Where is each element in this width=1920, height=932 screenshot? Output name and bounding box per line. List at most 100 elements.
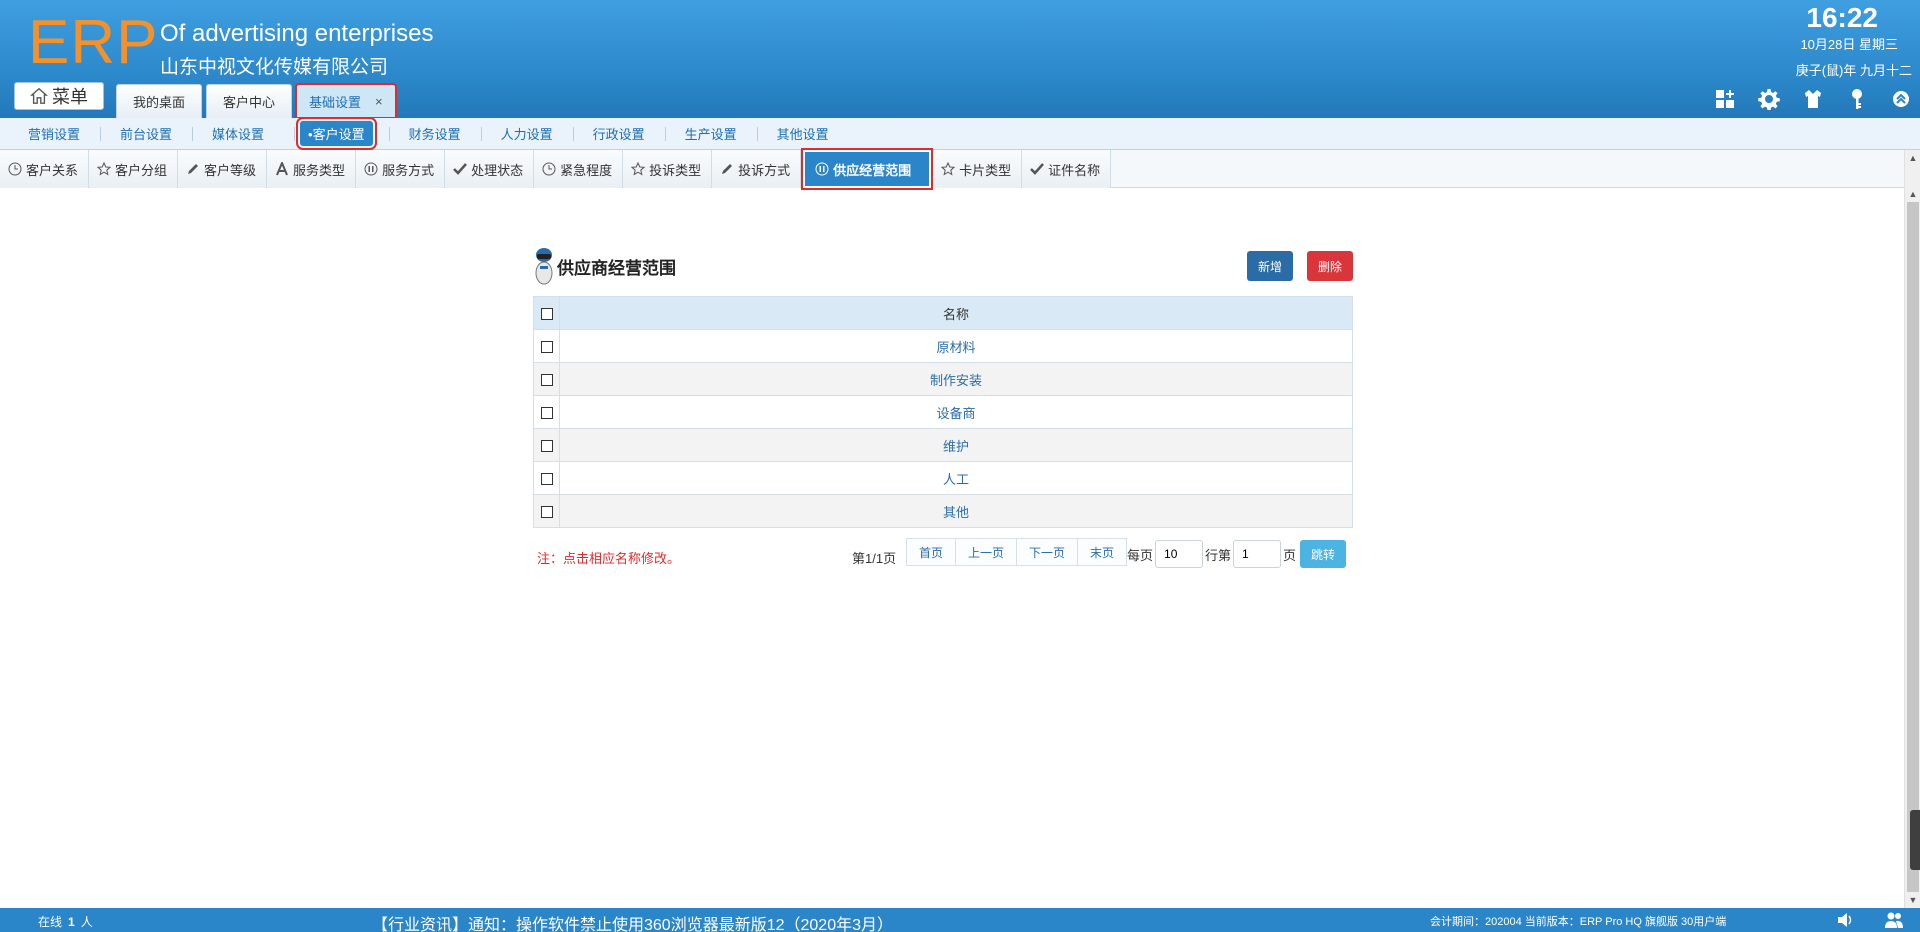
row-checkbox[interactable] bbox=[540, 440, 553, 453]
table-footer: 注：点击相应名称修改。 第1/1页 首页 上一页 下一页 末页 每页 行第 页 … bbox=[533, 534, 1353, 574]
collapse-up-icon[interactable] bbox=[1888, 86, 1914, 112]
nav-label: •客户设置 bbox=[296, 117, 377, 150]
subnav-label: 客户分组 bbox=[115, 162, 168, 178]
row-name-link[interactable]: 人工 bbox=[559, 461, 1353, 495]
subnav-id-type[interactable]: 证件名称 bbox=[1022, 150, 1112, 188]
per-page-label: 每页 bbox=[1127, 547, 1154, 563]
panel-title: 供应商经营范围 bbox=[557, 259, 676, 278]
star-icon bbox=[631, 162, 646, 176]
table-row: 其他 bbox=[533, 494, 1353, 528]
side-panel-grip[interactable] bbox=[1910, 810, 1920, 870]
add-button[interactable]: 新增 bbox=[1247, 251, 1293, 281]
subnav-label: 客户关系 bbox=[26, 162, 79, 178]
users-icon[interactable] bbox=[1884, 910, 1904, 930]
nav-label: 财务设置 bbox=[408, 127, 461, 142]
row-page-label: 行第 bbox=[1205, 547, 1232, 563]
mascot-icon bbox=[535, 248, 553, 285]
tab-label: 客户中心 bbox=[223, 95, 276, 110]
page-number-input[interactable] bbox=[1233, 540, 1282, 568]
table-header-row: 名称 bbox=[533, 296, 1353, 330]
subnav-service-method[interactable]: 服务方式 bbox=[356, 150, 446, 188]
gear-icon[interactable] bbox=[1756, 86, 1782, 112]
prev-page-button[interactable]: 上一页 bbox=[956, 539, 1018, 565]
scroll-up-arrow-icon[interactable]: ▲ bbox=[1905, 186, 1920, 202]
nav-hr-settings[interactable]: 人力设置 bbox=[480, 118, 573, 150]
select-all-checkbox[interactable] bbox=[540, 308, 553, 321]
tab-basic-settings[interactable]: 基础设置 × bbox=[295, 83, 397, 119]
tab-my-desktop[interactable]: 我的桌面 bbox=[116, 84, 203, 118]
row-checkbox[interactable] bbox=[540, 407, 553, 420]
subnav-card-type[interactable]: 卡片类型 bbox=[933, 150, 1023, 188]
subnav-customer-level[interactable]: 客户等级 bbox=[178, 150, 268, 188]
row-check-cell bbox=[533, 395, 560, 429]
subnav-label: 服务类型 bbox=[293, 162, 346, 178]
row-name-link[interactable]: 制作安装 bbox=[559, 362, 1353, 396]
subnav-customer-relation[interactable]: 客户关系 bbox=[0, 150, 90, 188]
main-menu-button[interactable]: 菜单 bbox=[14, 82, 104, 110]
row-checkbox[interactable] bbox=[540, 473, 553, 486]
news-ticker[interactable]: 【行业资讯】通知：操作软件禁止使用360浏览器最新版12（2020年3月） bbox=[372, 911, 893, 932]
nav-admin-settings[interactable]: 行政设置 bbox=[572, 118, 665, 150]
star-icon bbox=[97, 162, 112, 176]
scope-table: 名称 原材料 制作安装 设备商 维护 人工 其他 bbox=[533, 296, 1353, 528]
last-page-button[interactable]: 末页 bbox=[1078, 539, 1127, 565]
main-menu-label: 菜单 bbox=[52, 87, 88, 107]
row-check-cell bbox=[533, 329, 560, 363]
nav-media-settings[interactable]: 媒体设置 bbox=[192, 118, 284, 150]
home-icon bbox=[30, 87, 48, 104]
key-icon[interactable] bbox=[1844, 86, 1870, 112]
nav-label: 媒体设置 bbox=[212, 127, 265, 142]
row-name-link[interactable]: 维护 bbox=[559, 428, 1353, 462]
first-page-button[interactable]: 首页 bbox=[907, 539, 957, 565]
row-name-link[interactable]: 其他 bbox=[559, 494, 1353, 528]
pause-icon bbox=[364, 162, 378, 176]
subnav-service-type[interactable]: 服务类型 bbox=[267, 150, 357, 188]
nav-finance-settings[interactable]: 财务设置 bbox=[388, 118, 481, 150]
subnav-label: 处理状态 bbox=[471, 162, 524, 178]
nav-production-settings[interactable]: 生产设置 bbox=[664, 118, 757, 150]
vertical-scrollbar[interactable]: ▲ ▲ ▼ bbox=[1904, 150, 1920, 908]
subnav-label: 卡片类型 bbox=[959, 162, 1012, 178]
row-checkbox[interactable] bbox=[540, 374, 553, 387]
scroll-down-arrow-icon[interactable]: ▼ bbox=[1905, 892, 1920, 908]
speaker-icon[interactable] bbox=[1836, 910, 1856, 930]
subnav-label: 紧急程度 bbox=[560, 162, 613, 178]
subnav-label: 服务方式 bbox=[382, 162, 435, 178]
shirt-icon[interactable] bbox=[1800, 86, 1826, 112]
next-page-button[interactable]: 下一页 bbox=[1017, 539, 1079, 565]
add-widget-icon[interactable] bbox=[1712, 86, 1738, 112]
date-lunar: 庚子(鼠)年 九月十二 bbox=[1795, 63, 1912, 78]
subnav-complaint-type[interactable]: 投诉类型 bbox=[623, 150, 713, 188]
subnav-complaint-method[interactable]: 投诉方式 bbox=[712, 150, 802, 188]
row-name-link[interactable]: 原材料 bbox=[559, 329, 1353, 363]
pager: 首页 上一页 下一页 末页 bbox=[906, 538, 1128, 566]
nav-other-settings[interactable]: 其他设置 bbox=[756, 118, 849, 150]
subnav-process-status[interactable]: 处理状态 bbox=[445, 150, 535, 188]
jump-button[interactable]: 跳转 bbox=[1300, 540, 1347, 568]
tab-customer-center[interactable]: 客户中心 bbox=[206, 84, 293, 118]
delete-button[interactable]: 删除 bbox=[1307, 251, 1353, 281]
clock-time: 16:22 bbox=[1806, 2, 1878, 33]
row-name-link[interactable]: 设备商 bbox=[559, 395, 1353, 429]
row-checkbox[interactable] bbox=[540, 506, 553, 519]
per-page-input[interactable] bbox=[1155, 540, 1204, 568]
subnav-supply-scope[interactable]: 供应经营范围 bbox=[801, 148, 934, 190]
pause-icon bbox=[815, 162, 829, 176]
scroll-up-arrow-icon[interactable]: ▲ bbox=[1905, 150, 1920, 166]
row-check-cell bbox=[533, 461, 560, 495]
tab-label: 基础设置 bbox=[309, 95, 362, 110]
pencil-icon bbox=[188, 164, 199, 174]
row-checkbox[interactable] bbox=[540, 341, 553, 354]
letter-a-icon bbox=[276, 162, 288, 176]
close-icon[interactable]: × bbox=[375, 94, 383, 109]
subnav-customer-group[interactable]: 客户分组 bbox=[89, 150, 179, 188]
top-tab-bar: 我的桌面 客户中心 基础设置 × bbox=[116, 83, 397, 119]
subnav-urgency[interactable]: 紧急程度 bbox=[534, 150, 624, 188]
page-size-controls: 每页 行第 页 跳转 bbox=[1127, 540, 1347, 568]
nav-frontdesk-settings[interactable]: 前台设置 bbox=[100, 118, 192, 150]
customer-settings-subnav: 客户关系 客户分组 客户等级 服务类型 服务方式 处理状态 紧急程度 投诉类型 … bbox=[0, 148, 1904, 190]
nav-customer-settings[interactable]: •客户设置 bbox=[294, 117, 379, 150]
nav-marketing-settings[interactable]: 营销设置 bbox=[8, 118, 100, 150]
scroll-thumb[interactable] bbox=[1907, 202, 1919, 892]
table-row: 人工 bbox=[533, 461, 1353, 495]
